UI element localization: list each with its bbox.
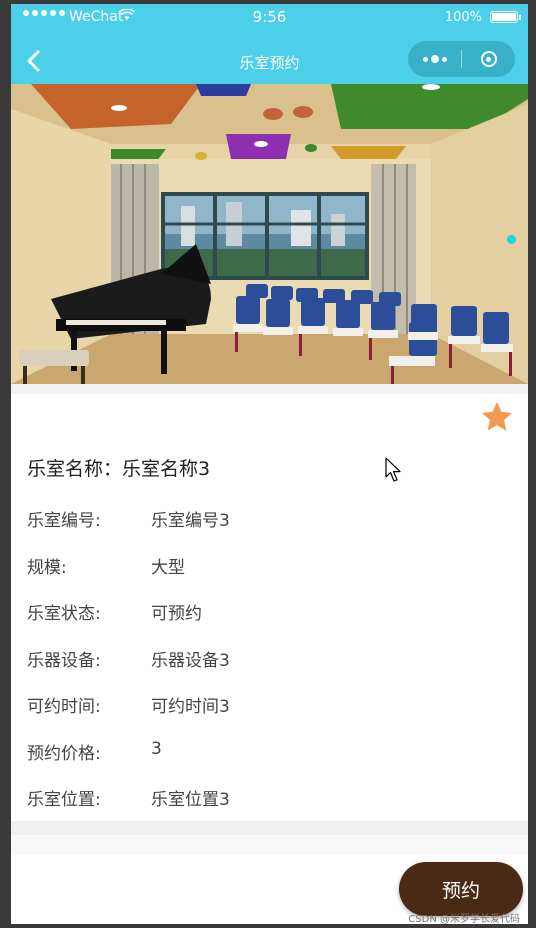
detail-row-price: 预约价格: 3 — [27, 739, 507, 786]
room-photo-banner[interactable] — [11, 84, 528, 384]
detail-row-equipment: 乐器设备: 乐器设备3 — [27, 646, 507, 693]
detail-label: 规模: — [27, 557, 67, 578]
star-icon[interactable] — [480, 400, 514, 434]
nav-bar: 乐室预约 — [11, 38, 528, 84]
room-details: 乐室编号: 乐室编号3 规模: 大型 乐室状态: 可预约 乐器设备: 乐器设备3… — [27, 506, 507, 832]
more-dots-icon[interactable] — [408, 41, 461, 77]
section-divider — [11, 384, 528, 394]
detail-value: 大型 — [151, 557, 185, 578]
detail-label: 乐器设备: — [27, 650, 101, 671]
detail-value: 可约时间3 — [151, 697, 230, 717]
room-name-value: 乐室名称3 — [122, 458, 211, 480]
mouse-cursor-icon — [385, 457, 401, 482]
music-room-image — [11, 84, 528, 384]
top-bar: WeChat 9:56 100% 乐室预约 — [11, 4, 528, 84]
book-button[interactable]: 预约 — [399, 862, 523, 916]
detail-value: 3 — [151, 738, 162, 759]
detail-row-number: 乐室编号: 乐室编号3 — [27, 506, 507, 553]
detail-row-available-time: 可约时间: 可约时间3 — [27, 692, 507, 739]
detail-label: 乐室状态: — [27, 604, 101, 624]
target-circle-icon[interactable] — [462, 41, 515, 77]
watermark-text: CSDN @米罗学长爱代码 — [408, 914, 520, 924]
section-spacer — [11, 835, 528, 855]
phone-screen: WeChat 9:56 100% 乐室预约 乐室名称：乐室名称3 乐室编号: 乐… — [11, 4, 528, 924]
detail-label: 预约价格: — [27, 743, 101, 764]
mini-program-capsule — [408, 41, 515, 77]
detail-value: 乐室位置3 — [151, 790, 230, 810]
room-name-label: 乐室名称： — [27, 458, 123, 480]
room-name-row: 乐室名称：乐室名称3 — [27, 454, 210, 481]
detail-row-scale: 规模: 大型 — [27, 553, 507, 600]
carousel-dot-active[interactable] — [507, 235, 516, 244]
detail-value: 乐器设备3 — [151, 650, 230, 671]
detail-value: 乐室编号3 — [151, 511, 230, 531]
detail-label: 可约时间: — [27, 697, 101, 717]
detail-label: 乐室编号: — [27, 511, 101, 531]
battery-icon — [490, 11, 521, 23]
detail-row-status: 乐室状态: 可预约 — [27, 599, 507, 646]
battery-percent: 100% — [444, 10, 482, 25]
section-divider-bottom — [11, 821, 528, 835]
status-bar: WeChat 9:56 100% — [11, 4, 528, 32]
detail-label: 乐室位置: — [27, 790, 101, 810]
detail-value: 可预约 — [151, 604, 202, 624]
